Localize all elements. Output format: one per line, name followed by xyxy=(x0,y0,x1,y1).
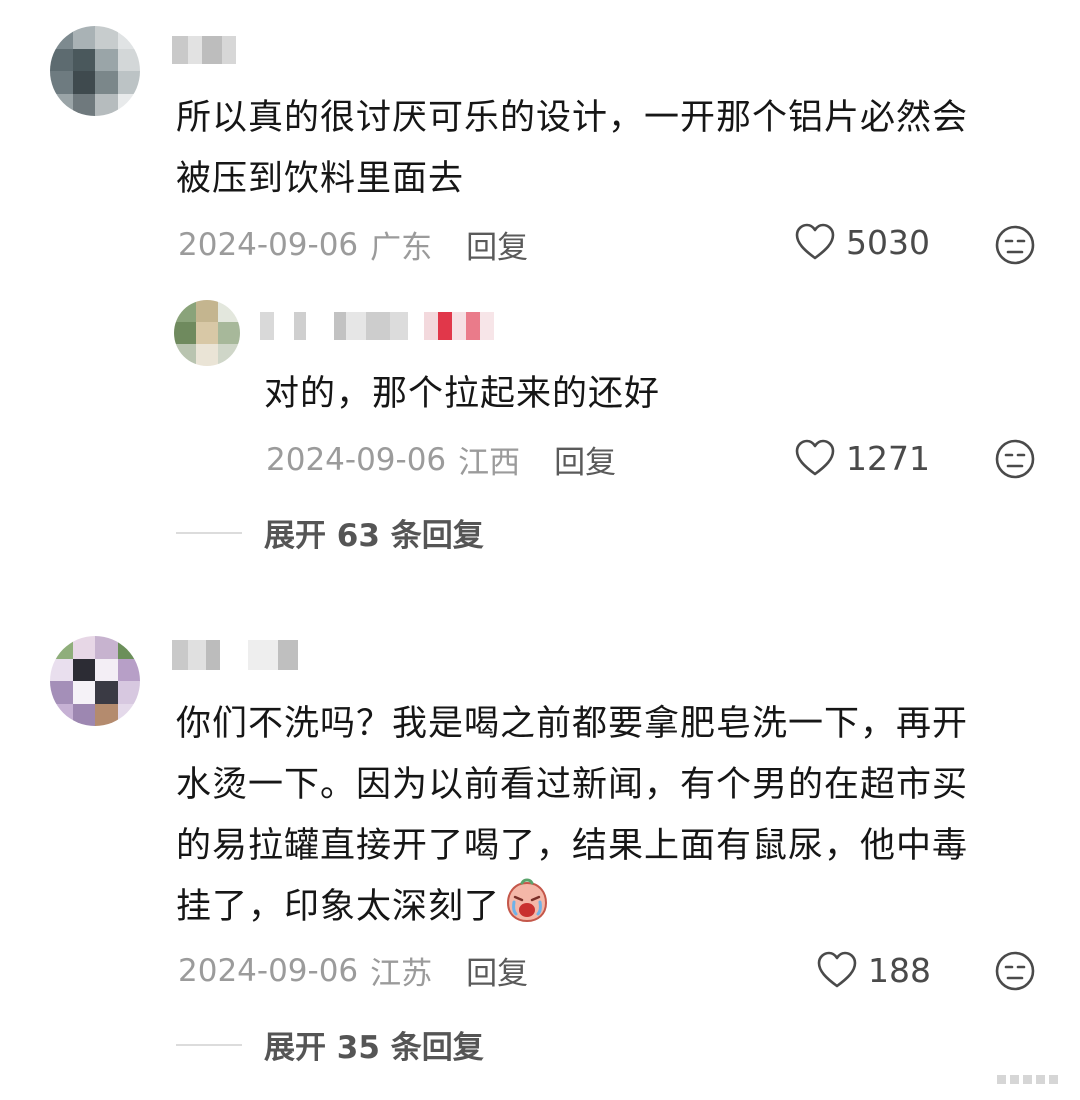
comment-meta: 2024-09-06 广东 回复 xyxy=(178,222,528,267)
comment-line: 水烫一下。因为以前看过新闻，有个男的在超市买 xyxy=(176,765,969,805)
avatar[interactable] xyxy=(50,636,140,726)
expand-replies-button[interactable]: 展开 35 条回复 xyxy=(176,1022,484,1067)
comment-line: 所以真的很讨厌可乐的设计，一开那个铝片必然会 xyxy=(176,98,969,138)
comment-meta: 2024-09-06 江苏 回复 xyxy=(178,948,528,993)
comment-text: 你们不洗吗？我是喝之前都要拿肥皂洗一下，再开 水烫一下。因为以前看过新闻，有个男… xyxy=(176,694,968,938)
watermark xyxy=(997,1075,1058,1084)
reply-date: 2024-09-06 xyxy=(266,441,447,478)
comment-line: 你们不洗吗？我是喝之前都要拿肥皂洗一下，再开 xyxy=(176,704,969,744)
comment-date: 2024-09-06 xyxy=(178,952,359,989)
like-button[interactable]: 1271 xyxy=(794,438,930,478)
divider xyxy=(176,531,242,534)
heart-outline-icon xyxy=(795,439,835,476)
reply-button[interactable]: 回复 xyxy=(466,222,528,267)
like-count: 5030 xyxy=(846,222,930,262)
like-button[interactable]: 5030 xyxy=(794,222,930,262)
comment-location: 广东 xyxy=(370,230,433,266)
crying-face-icon xyxy=(507,878,548,923)
reply-username[interactable] xyxy=(260,312,550,340)
divider xyxy=(176,1043,242,1046)
comment-line-with-emoji: 挂了，印象太深刻了 xyxy=(176,877,968,938)
like-button[interactable]: 188 xyxy=(816,950,931,990)
like-count: 1271 xyxy=(846,438,930,478)
heart-outline-icon xyxy=(795,223,835,260)
username[interactable] xyxy=(172,640,327,670)
comment-line: 挂了，印象太深刻了 xyxy=(176,887,501,927)
reply-location: 江西 xyxy=(458,445,521,481)
comment-location: 江苏 xyxy=(370,956,433,992)
expand-replies-button[interactable]: 展开 63 条回复 xyxy=(176,510,484,555)
avatar[interactable] xyxy=(50,26,140,116)
like-count: 188 xyxy=(868,950,931,990)
meh-face-icon[interactable] xyxy=(994,438,1036,480)
username[interactable] xyxy=(172,36,247,64)
heart-outline-icon xyxy=(817,951,857,988)
expand-replies-label: 展开 63 条回复 xyxy=(264,518,484,554)
meh-face-icon[interactable] xyxy=(994,950,1036,992)
comment-date: 2024-09-06 xyxy=(178,226,359,263)
expand-replies-label: 展开 35 条回复 xyxy=(264,1030,484,1066)
comment-line: 的易拉罐直接开了喝了，结果上面有鼠尿，他中毒 xyxy=(176,826,969,866)
reply-meta: 2024-09-06 江西 回复 xyxy=(266,437,616,482)
reply-text: 对的，那个拉起来的还好 xyxy=(264,374,661,414)
reply-avatar[interactable] xyxy=(174,300,240,366)
reply-button[interactable]: 回复 xyxy=(554,437,616,482)
reply-button[interactable]: 回复 xyxy=(466,948,528,993)
comment-text: 所以真的很讨厌可乐的设计，一开那个铝片必然会 被压到饮料里面去 xyxy=(176,88,968,210)
comment-line: 被压到饮料里面去 xyxy=(176,159,465,199)
meh-face-icon[interactable] xyxy=(994,224,1036,266)
